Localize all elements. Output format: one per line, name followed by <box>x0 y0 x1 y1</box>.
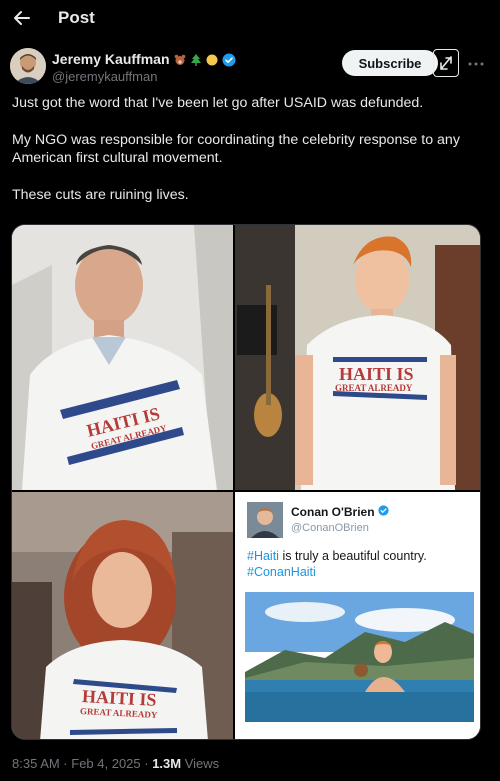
photo-woman-red-hair[interactable]: HAITI IS GREAT ALREADY <box>12 492 233 739</box>
embedded-tweet-screenshot[interactable]: Conan O'Brien @ConanOBrien #Haiti is tru… <box>235 492 480 739</box>
top-bar: Post <box>0 0 500 36</box>
post-meta: 8:35 AM · Feb 4, 2025 · 1.3M Views <box>12 756 219 771</box>
post-paragraph: Just got the word that I've been let go … <box>12 95 424 111</box>
yellow-circle-icon <box>206 53 218 66</box>
verified-badge-icon <box>377 505 389 519</box>
embedded-tweet-name: Conan O'Brien <box>291 505 375 519</box>
bear-emoji-icon <box>174 53 186 65</box>
grok-icon[interactable] <box>433 49 459 77</box>
avatar[interactable] <box>10 48 46 84</box>
subscribe-button[interactable]: Subscribe <box>342 50 438 76</box>
author-name[interactable]: Jeremy Kauffman <box>52 51 170 67</box>
tree-emoji-icon <box>190 53 202 66</box>
post-media-grid[interactable]: HAITI IS GREAT ALREADY HAITI IS GREAT AL… <box>11 224 481 740</box>
shirt-slogan-line2: GREAT ALREADY <box>335 383 413 393</box>
embedded-tweet-avatar <box>247 502 283 538</box>
shirt-slogan-line1: HAITI IS <box>339 364 414 384</box>
author-name-row: Jeremy Kauffman <box>52 51 235 67</box>
page-title: Post <box>58 8 95 27</box>
post-text: Just got the word that I've been let go … <box>12 94 488 222</box>
photo-man-white-shirt[interactable]: HAITI IS GREAT ALREADY <box>12 225 233 490</box>
views-label: Views <box>181 756 220 771</box>
post-timestamp[interactable]: 8:35 AM · Feb 4, 2025 · <box>12 756 152 771</box>
post-paragraph: My NGO was responsible for coordinating … <box>12 131 460 167</box>
author-handle[interactable]: @jeremykauffman <box>52 69 157 84</box>
embedded-tweet-card: Conan O'Brien @ConanOBrien #Haiti is tru… <box>235 492 480 739</box>
views-count: 1.3M <box>152 756 182 771</box>
verified-badge-icon <box>222 53 235 67</box>
embedded-tweet-photo <box>245 592 474 722</box>
post-author: Jeremy Kauffman @jeremykauffman Subscrib… <box>10 48 490 88</box>
more-options-icon[interactable] <box>466 54 486 74</box>
photo-man-guitar[interactable]: HAITI IS GREAT ALREADY <box>235 225 480 490</box>
embedded-tweet-name-row: Conan O'Brien <box>291 505 389 519</box>
hashtag-haiti: #Haiti <box>247 549 279 563</box>
hashtag-conanhaiti: #ConanHaiti <box>247 565 316 579</box>
embedded-tweet-text: #Haiti is truly a beautiful country. #Co… <box>247 548 427 580</box>
embedded-tweet-body: is truly a beautiful country. <box>278 549 427 563</box>
back-arrow-icon[interactable] <box>10 6 34 30</box>
post-paragraph: These cuts are ruining lives. <box>12 186 189 203</box>
embedded-tweet-handle: @ConanOBrien <box>291 522 369 534</box>
